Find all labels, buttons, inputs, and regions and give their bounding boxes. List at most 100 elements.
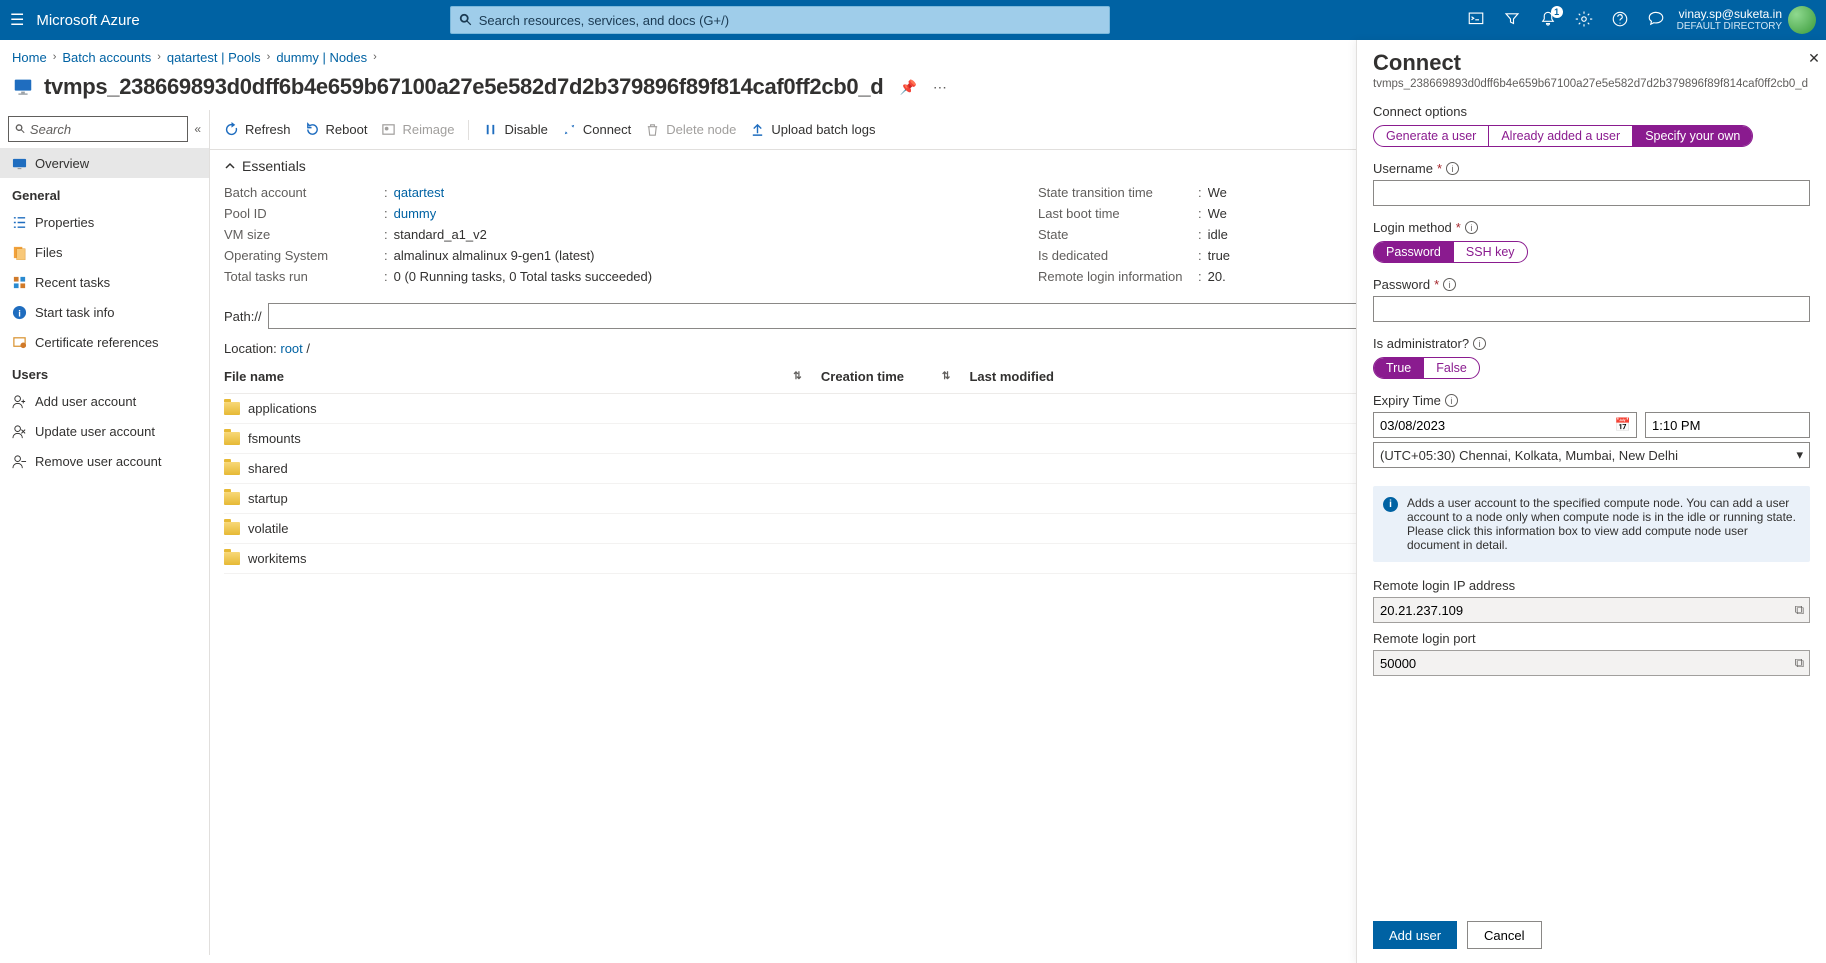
file-name: workitems (248, 551, 307, 566)
crumb-batch[interactable]: Batch accounts (62, 50, 151, 65)
ess-os-value: almalinux almalinux 9-gen1 (latest) (394, 248, 595, 263)
remote-port-label: Remote login port (1373, 631, 1810, 646)
ess-tasks-value: 0 (0 Running tasks, 0 Total tasks succee… (394, 269, 652, 284)
files-icon (12, 245, 27, 260)
connect-button[interactable]: Connect (562, 122, 631, 137)
upload-logs-button[interactable]: Upload batch logs (750, 122, 875, 137)
is-admin-pills: True False (1373, 357, 1480, 379)
account-menu[interactable]: vinay.sp@suketa.in DEFAULT DIRECTORY (1677, 8, 1782, 32)
file-name: fsmounts (248, 431, 301, 446)
pill-specify-own[interactable]: Specify your own (1632, 126, 1752, 146)
sidebar-item-files[interactable]: Files (0, 237, 209, 267)
path-label: Path:// (224, 309, 262, 324)
password-input[interactable] (1373, 296, 1810, 322)
pill-password[interactable]: Password (1374, 242, 1453, 262)
info-icon[interactable]: i (1465, 221, 1478, 234)
pill-ssh-key[interactable]: SSH key (1453, 242, 1527, 262)
ess-state-value: idle (1208, 227, 1228, 242)
copy-icon[interactable]: ⧉ (1795, 602, 1804, 618)
expiry-row: 📅 (1373, 412, 1810, 438)
timezone-value: (UTC+05:30) Chennai, Kolkata, Mumbai, Ne… (1380, 448, 1678, 463)
col-file-label: File name (224, 369, 284, 384)
pill-already-added[interactable]: Already added a user (1488, 126, 1632, 146)
brand-label[interactable]: Microsoft Azure (36, 12, 139, 29)
info-note[interactable]: i Adds a user account to the specified c… (1373, 486, 1810, 562)
help-icon[interactable] (1611, 10, 1629, 31)
sidebar-item-remove-user[interactable]: Remove user account (0, 446, 209, 476)
reimage-icon (381, 122, 396, 137)
cloud-shell-icon[interactable] (1467, 10, 1485, 31)
crumb-pool[interactable]: dummy | Nodes (276, 50, 367, 65)
remote-port-value[interactable] (1373, 650, 1810, 676)
reboot-button[interactable]: Reboot (305, 122, 368, 137)
info-icon: i (1383, 497, 1398, 512)
sidebar-item-recent-tasks[interactable]: Recent tasks (0, 267, 209, 297)
timezone-select[interactable]: (UTC+05:30) Chennai, Kolkata, Mumbai, Ne… (1373, 442, 1810, 468)
feedback-icon[interactable] (1647, 10, 1665, 31)
crumb-home[interactable]: Home (12, 50, 47, 65)
location-root-link[interactable]: root (280, 341, 302, 356)
sidebar-search-input[interactable] (30, 122, 181, 137)
refresh-button[interactable]: Refresh (224, 122, 291, 137)
add-user-button[interactable]: Add user (1373, 921, 1457, 949)
panel-subtitle: tvmps_238669893d0dff6b4e659b67100a27e5e5… (1373, 78, 1808, 90)
ess-batch-account-link[interactable]: qatartest (394, 185, 445, 200)
more-icon[interactable]: ⋯ (933, 79, 947, 96)
pill-true[interactable]: True (1374, 358, 1423, 378)
sidebar-search-row: « (0, 110, 209, 148)
location-prefix: Location: (224, 341, 280, 356)
pill-generate-user[interactable]: Generate a user (1374, 126, 1488, 146)
svg-text:i: i (18, 308, 21, 318)
expiry-time-label: Expiry Time i (1373, 393, 1810, 408)
collapse-sidebar-icon[interactable]: « (194, 122, 201, 136)
sidebar-item-label: Remove user account (35, 454, 161, 469)
pill-false[interactable]: False (1423, 358, 1479, 378)
crumb-account[interactable]: qatartest | Pools (167, 50, 261, 65)
sidebar-item-add-user[interactable]: Add user account (0, 386, 209, 416)
copy-icon[interactable]: ⧉ (1795, 655, 1804, 671)
global-search[interactable] (450, 6, 1110, 34)
refresh-icon (224, 122, 239, 137)
info-icon[interactable]: i (1473, 337, 1486, 350)
directory-filter-icon[interactable] (1503, 10, 1521, 31)
info-icon[interactable]: i (1445, 394, 1458, 407)
recent-tasks-icon (12, 275, 27, 290)
username-input[interactable] (1373, 180, 1810, 206)
pin-icon[interactable]: 📌 (899, 79, 916, 96)
global-search-input[interactable] (479, 13, 1101, 28)
sidebar-item-overview[interactable]: Overview (0, 148, 209, 178)
cancel-button[interactable]: Cancel (1467, 921, 1541, 949)
account-email: vinay.sp@suketa.in (1677, 8, 1782, 21)
connect-icon (562, 122, 577, 137)
col-last-modified[interactable]: ⇅ Last modified (904, 369, 1054, 384)
avatar[interactable] (1788, 6, 1816, 34)
notifications-icon[interactable]: 1 (1539, 10, 1557, 31)
info-icon: i (12, 305, 27, 320)
file-name: applications (248, 401, 317, 416)
hamburger-icon[interactable]: ☰ (10, 10, 24, 30)
sidebar-item-label: Files (35, 245, 62, 260)
ess-remote-label: Remote login information (1038, 269, 1198, 284)
ess-pool-id-link[interactable]: dummy (394, 206, 437, 221)
essentials-label: Essentials (242, 158, 306, 174)
ess-pool-id-label: Pool ID (224, 206, 384, 221)
folder-icon (224, 492, 240, 505)
sidebar-item-update-user[interactable]: Update user account (0, 416, 209, 446)
info-icon[interactable]: i (1446, 162, 1459, 175)
sidebar-item-start-task-info[interactable]: i Start task info (0, 297, 209, 327)
disable-button[interactable]: Disable (483, 122, 547, 137)
remote-ip-value[interactable] (1373, 597, 1810, 623)
connect-label: Connect (583, 122, 631, 137)
chevron-up-icon (224, 160, 236, 172)
sidebar-item-properties[interactable]: Properties (0, 207, 209, 237)
expiry-time-input[interactable] (1645, 412, 1810, 438)
sidebar-item-certificate-references[interactable]: Certificate references (0, 327, 209, 357)
info-icon[interactable]: i (1443, 278, 1456, 291)
sidebar-item-label: Start task info (35, 305, 114, 320)
expiry-date-input[interactable] (1373, 412, 1637, 438)
sidebar-search[interactable] (8, 116, 188, 142)
col-creation-time[interactable]: ⇅ Creation time (754, 369, 904, 384)
col-file-name[interactable]: File name (224, 369, 754, 384)
settings-icon[interactable] (1575, 10, 1593, 31)
close-icon[interactable]: ✕ (1808, 50, 1820, 67)
